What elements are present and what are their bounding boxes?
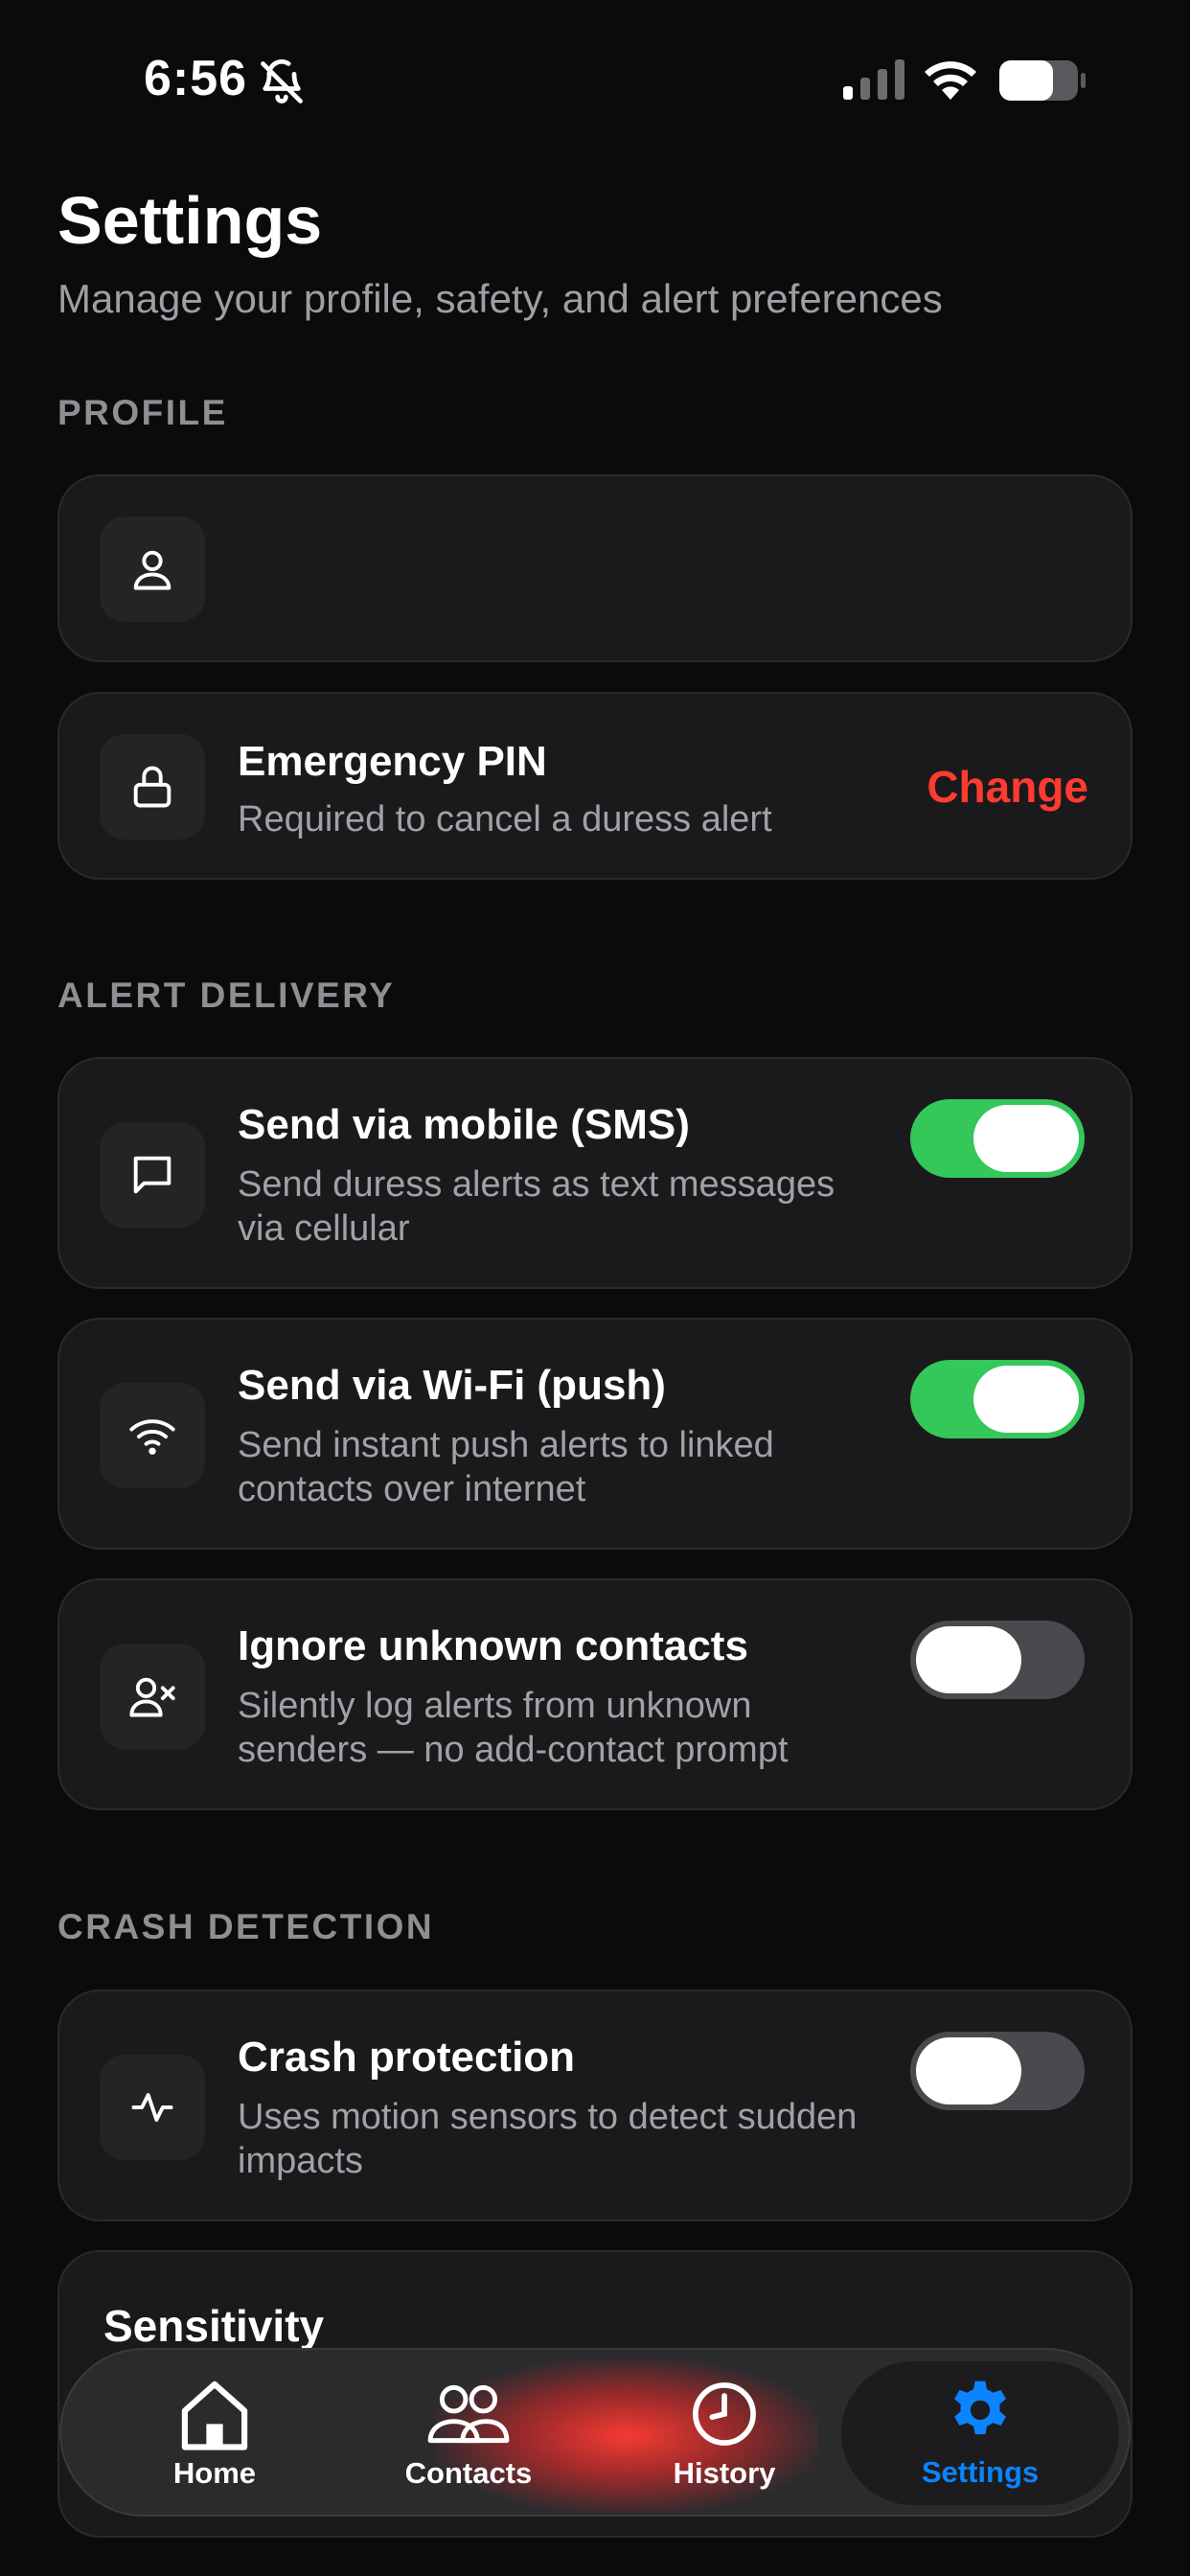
crash-protection-toggle[interactable] [910,2032,1085,2110]
users-icon [427,2384,510,2444]
sensitivity-title: Sensitivity [103,2301,325,2351]
home-icon [181,2380,248,2450]
tab-contacts-label: Contacts [404,2456,533,2490]
toggle-knob [973,1366,1079,1433]
sms-title: Send via mobile (SMS) [238,1101,690,1148]
profile-card[interactable] [57,474,1133,662]
change-pin-button[interactable]: Change [927,761,1088,813]
sms-card: Send via mobile (SMS) Send duress alerts… [57,1057,1133,1289]
settings-screen: 6:56 Settings Manage your profile, safet… [0,0,1190,2576]
section-label-crash-detection: CRASH DETECTION [57,1907,435,1946]
emergency-pin-card: Emergency PIN Required to cancel a dures… [57,692,1133,880]
ignore-unknown-toggle[interactable] [910,1621,1085,1699]
toggle-knob [916,1626,1021,1693]
tab-settings-label: Settings [921,2455,1040,2489]
section-label-profile: PROFILE [57,393,228,432]
activity-icon [131,2093,173,2122]
tab-settings[interactable]: Settings [841,2361,1119,2505]
toggle-knob [973,1105,1079,1172]
ignore-unknown-title: Ignore unknown contacts [238,1622,748,1669]
user-icon [133,550,172,590]
crash-protection-card: Crash protection Uses motion sensors to … [57,1990,1133,2221]
user-x-icon [129,1677,175,1717]
sms-description: Send duress alerts as text messages via … [238,1164,835,1249]
status-bar: 6:56 [0,0,1190,163]
gear-icon [954,2380,1006,2435]
battery-icon [999,60,1086,101]
toggle-knob [916,2037,1021,2104]
ignore-unknown-description: Silently log alerts from unknown senders… [238,1686,789,1770]
clock-icon [693,2382,756,2446]
bell-off-icon [261,59,303,104]
ignore-unknown-icon-box [100,1644,205,1749]
crash-protection-title: Crash protection [238,2034,576,2081]
message-icon [133,1156,172,1194]
sms-icon-box [100,1122,205,1228]
emergency-pin-title: Emergency PIN [238,738,547,785]
cellular-signal-icon [843,59,904,100]
tab-bar: Home Contacts History Settings [59,2348,1131,2517]
tab-home[interactable]: Home [100,2350,330,2515]
emergency-pin-description: Required to cancel a duress alert [238,799,772,840]
push-toggle[interactable] [910,1360,1085,1438]
tab-home-label: Home [172,2456,257,2490]
section-label-alert-delivery: ALERT DELIVERY [57,976,396,1015]
status-time: 6:56 [144,51,248,106]
ignore-unknown-card: Ignore unknown contacts Silently log ale… [57,1578,1133,1810]
push-card: Send via Wi-Fi (push) Send instant push … [57,1318,1133,1550]
push-description: Send instant push alerts to linked conta… [238,1425,774,1509]
lock-icon [133,766,172,808]
wifi-status-icon [925,61,976,100]
tab-history-label: History [673,2456,776,2490]
page-title: Settings [57,183,323,258]
tab-history[interactable]: History [609,2350,839,2515]
push-icon-box [100,1383,205,1488]
tab-contacts[interactable]: Contacts [354,2350,584,2515]
page-subtitle: Manage your profile, safety, and alert p… [57,276,943,321]
profile-icon-box [100,517,205,622]
crash-icon-box [100,2055,205,2160]
crash-protection-description: Uses motion sensors to detect sudden imp… [238,2097,858,2181]
wifi-icon [129,1419,175,1455]
pin-icon-box [100,734,205,840]
sms-toggle[interactable] [910,1099,1085,1178]
push-title: Send via Wi-Fi (push) [238,1362,666,1409]
